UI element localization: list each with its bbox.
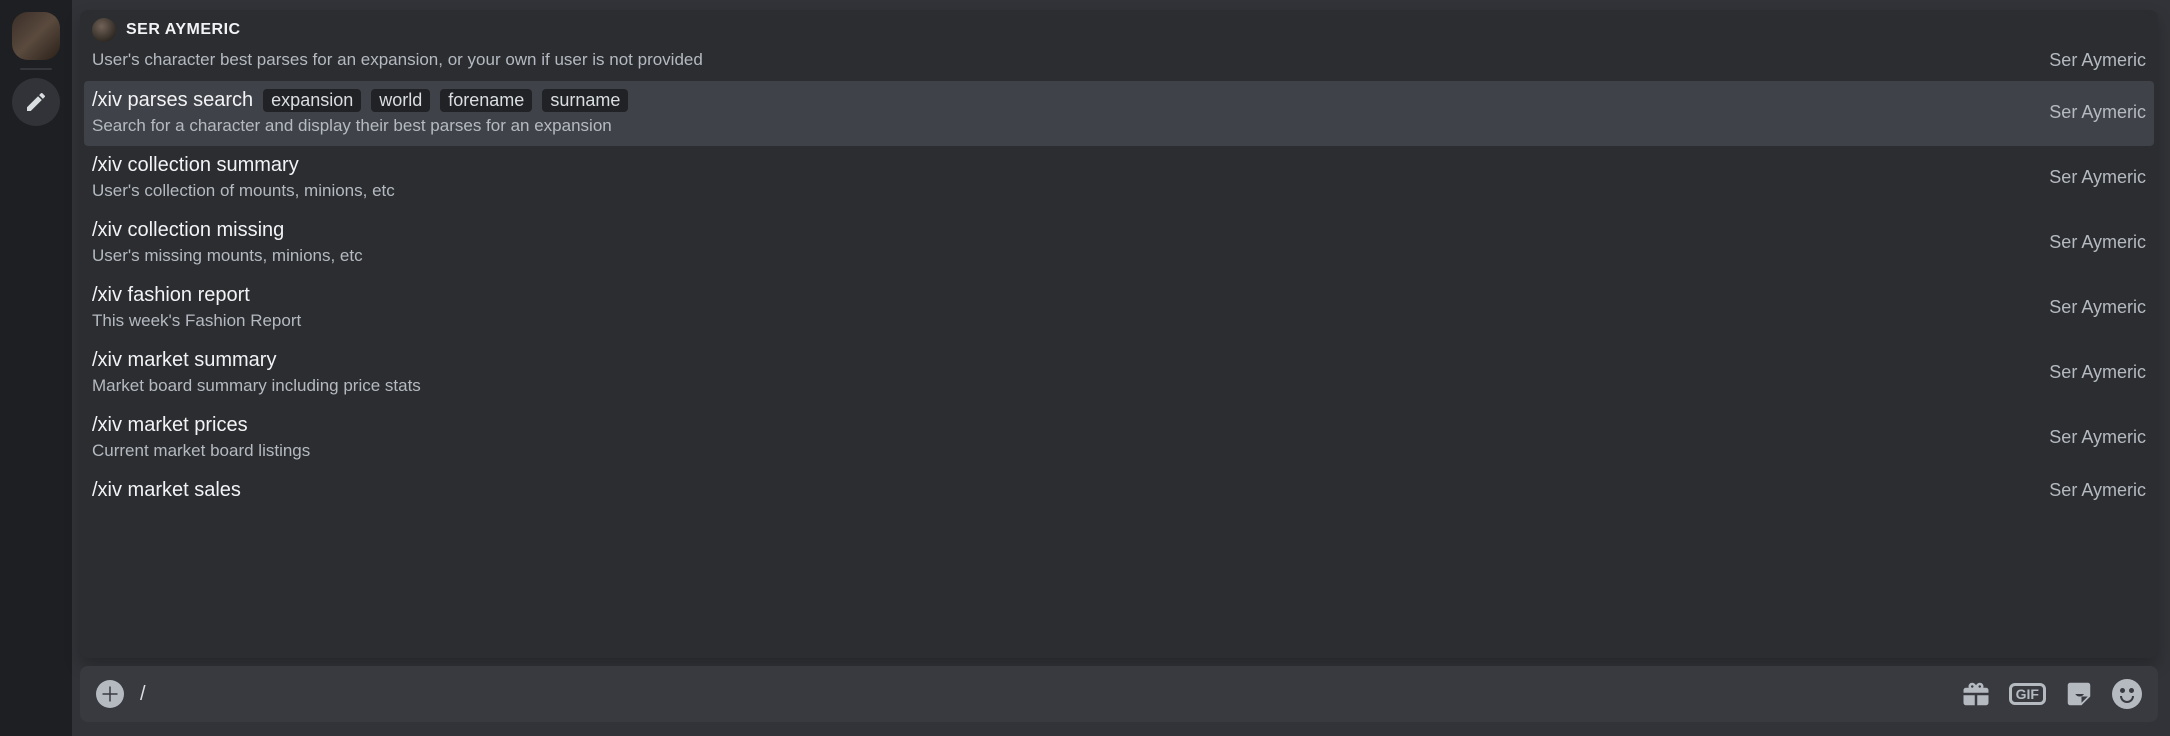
command-param: world — [371, 89, 430, 112]
command-name: /xiv collection summary — [92, 154, 299, 177]
command-left: /xiv market prices Current market board l… — [92, 414, 310, 461]
command-title-row: /xiv market prices — [92, 414, 310, 437]
plus-icon — [101, 685, 119, 703]
pencil-icon — [24, 90, 48, 114]
command-description: Current market board listings — [92, 441, 310, 461]
command-source: Ser Aymeric — [2049, 362, 2146, 383]
compose-bar: GIF — [80, 666, 2158, 722]
sticker-icon[interactable] — [2064, 679, 2094, 709]
command-source: Ser Aymeric — [2049, 427, 2146, 448]
command-left: /xiv collection summary User's collection… — [92, 154, 395, 201]
command-item[interactable]: /xiv market prices Current market board l… — [80, 406, 2158, 471]
command-item[interactable]: /xiv fashion report This week's Fashion R… — [80, 276, 2158, 341]
command-param: expansion — [263, 89, 361, 112]
command-description: User's collection of mounts, minions, et… — [92, 181, 395, 201]
command-description: User's missing mounts, minions, etc — [92, 246, 363, 266]
command-item[interactable]: /xiv market summary Market board summary … — [80, 341, 2158, 406]
command-item[interactable]: User's character best parses for an expa… — [80, 50, 2158, 81]
command-param: surname — [542, 89, 628, 112]
command-item[interactable]: /xiv parses search expansion world forename… — [84, 81, 2154, 146]
command-autocomplete-popup: SER AYMERIC User's character best parses… — [80, 10, 2158, 658]
command-name: /xiv market sales — [92, 479, 241, 502]
server-bar — [0, 0, 72, 736]
command-left: /xiv market summary Market board summary … — [92, 349, 421, 396]
command-left: User's character best parses for an expa… — [92, 50, 703, 70]
command-description: User's character best parses for an expa… — [92, 50, 703, 70]
server-separator — [20, 68, 52, 70]
command-left: /xiv market sales — [92, 479, 241, 502]
command-param: forename — [440, 89, 532, 112]
message-input[interactable] — [140, 683, 1945, 706]
server-item-edit[interactable] — [12, 78, 60, 126]
command-item[interactable]: /xiv collection summary User's collection… — [80, 146, 2158, 211]
bot-avatar — [92, 18, 116, 42]
command-title-row: /xiv market summary — [92, 349, 421, 372]
command-name: /xiv parses search — [92, 89, 253, 112]
command-title-row: /xiv parses search expansion world forename… — [92, 89, 628, 112]
commands-list[interactable]: User's character best parses for an expa… — [80, 50, 2158, 658]
command-source: Ser Aymeric — [2049, 50, 2146, 71]
command-description: Search for a character and display their… — [92, 116, 628, 136]
command-name: /xiv market prices — [92, 414, 248, 437]
command-title-row: /xiv market sales — [92, 479, 241, 502]
gift-icon[interactable] — [1961, 679, 1991, 709]
command-title-row: /xiv collection summary — [92, 154, 395, 177]
command-source: Ser Aymeric — [2049, 480, 2146, 501]
command-source: Ser Aymeric — [2049, 297, 2146, 318]
command-source: Ser Aymeric — [2049, 167, 2146, 188]
server-avatar[interactable] — [12, 12, 60, 60]
command-source: Ser Aymeric — [2049, 102, 2146, 123]
command-left: /xiv fashion report This week's Fashion R… — [92, 284, 301, 331]
popup-header: SER AYMERIC — [80, 10, 2158, 50]
emoji-icon[interactable] — [2112, 679, 2142, 709]
command-description: Market board summary including price sta… — [92, 376, 421, 396]
command-item[interactable]: /xiv collection missing User's missing mo… — [80, 211, 2158, 276]
command-name: /xiv market summary — [92, 349, 276, 372]
compose-actions: GIF — [1961, 679, 2142, 709]
command-item[interactable]: /xiv market sales Ser Aymeric — [80, 471, 2158, 512]
command-left: /xiv collection missing User's missing mo… — [92, 219, 363, 266]
command-name: /xiv collection missing — [92, 219, 284, 242]
command-title-row: /xiv collection missing — [92, 219, 363, 242]
command-title-row: /xiv fashion report — [92, 284, 301, 307]
gif-icon[interactable]: GIF — [2009, 683, 2046, 705]
command-source: Ser Aymeric — [2049, 232, 2146, 253]
command-description: This week's Fashion Report — [92, 311, 301, 331]
bot-name: SER AYMERIC — [126, 21, 241, 39]
command-name: /xiv fashion report — [92, 284, 250, 307]
command-left: /xiv parses search expansion world forename… — [92, 89, 628, 136]
attach-button[interactable] — [96, 680, 124, 708]
